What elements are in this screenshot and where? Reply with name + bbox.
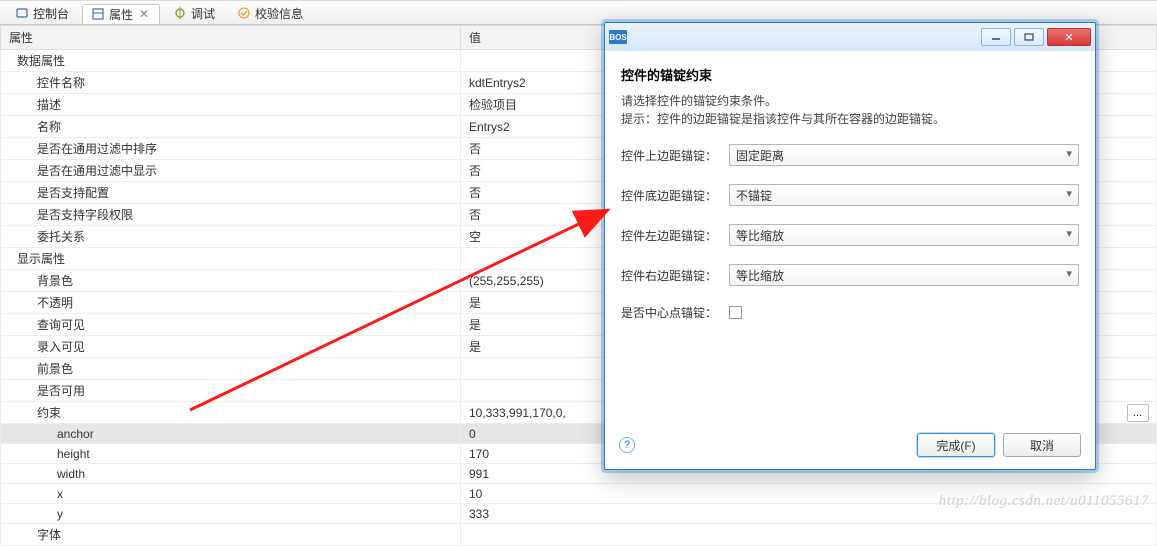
- prop-name-cell: 字体: [1, 524, 461, 546]
- combo-bottom-anchor[interactable]: 不锚锭: [729, 184, 1079, 206]
- prop-value-cell: [461, 524, 1157, 546]
- tab-label: 调试: [191, 5, 215, 22]
- combo-value: 等比缩放: [736, 267, 784, 284]
- tab-label: 控制台: [33, 5, 69, 22]
- prop-name-cell: anchor: [1, 424, 461, 444]
- minimize-button[interactable]: [981, 28, 1011, 46]
- dialog-heading: 控件的锚锭约束: [621, 65, 1079, 84]
- desc-line: 提示：控件的边距锚锭是指该控件与其所在容器的边距锚锭。: [621, 110, 1079, 128]
- field-label-left: 控件左边距锚锭：: [621, 227, 721, 244]
- finish-button[interactable]: 完成(F): [917, 433, 995, 457]
- dialog-button-row: ? 完成(F) 取消: [605, 433, 1095, 457]
- close-icon[interactable]: ✕: [137, 7, 151, 21]
- prop-name-cell: 控件名称: [1, 72, 461, 94]
- prop-name-cell: 是否在通用过滤中排序: [1, 138, 461, 160]
- prop-name-cell: 数据属性: [1, 50, 461, 72]
- prop-name-cell: 是否支持配置: [1, 182, 461, 204]
- prop-name-cell: width: [1, 464, 461, 484]
- checkbox-center-anchor[interactable]: [729, 306, 742, 319]
- field-label-right: 控件右边距锚锭：: [621, 267, 721, 284]
- prop-name-cell: 显示属性: [1, 248, 461, 270]
- prop-name-cell: 名称: [1, 116, 461, 138]
- prop-name-cell: 录入可见: [1, 336, 461, 358]
- combo-value: 不锚锭: [736, 187, 772, 204]
- check-icon: [237, 6, 251, 20]
- prop-name-cell: 描述: [1, 94, 461, 116]
- field-label-bottom: 控件底边距锚锭：: [621, 187, 721, 204]
- maximize-button[interactable]: [1014, 28, 1044, 46]
- dialog-titlebar[interactable]: BOS ✕: [605, 23, 1095, 51]
- bug-icon: [173, 6, 187, 20]
- tab-label: 属性: [109, 6, 133, 23]
- dialog-body: 控件的锚锭约束 请选择控件的锚锭约束条件。 提示：控件的边距锚锭是指该控件与其所…: [605, 51, 1095, 349]
- desc-line: 请选择控件的锚锭约束条件。: [621, 92, 1079, 110]
- combo-value: 固定距离: [736, 147, 784, 164]
- prop-name-cell: 委托关系: [1, 226, 461, 248]
- tab-label: 校验信息: [255, 5, 303, 22]
- prop-name-cell: 背景色: [1, 270, 461, 292]
- prop-name-cell: x: [1, 484, 461, 504]
- field-label-top: 控件上边距锚锭：: [621, 147, 721, 164]
- prop-name-cell: 是否在通用过滤中显示: [1, 160, 461, 182]
- prop-name-cell: 不透明: [1, 292, 461, 314]
- combo-top-anchor[interactable]: 固定距离: [729, 144, 1079, 166]
- app-icon: BOS: [609, 30, 627, 44]
- field-label-center: 是否中心点锚锭：: [621, 304, 721, 321]
- combo-left-anchor[interactable]: 等比缩放: [729, 224, 1079, 246]
- properties-icon: [91, 7, 105, 21]
- console-icon: [15, 6, 29, 20]
- ellipsis-button[interactable]: …: [1127, 404, 1149, 422]
- tab-console[interactable]: 控制台: [6, 3, 78, 23]
- prop-name-cell: height: [1, 444, 461, 464]
- prop-name-cell: 查询可见: [1, 314, 461, 336]
- table-row[interactable]: 字体: [1, 524, 1157, 546]
- combo-value: 等比缩放: [736, 227, 784, 244]
- help-icon[interactable]: ?: [619, 437, 635, 453]
- tab-debug[interactable]: 调试: [164, 3, 224, 23]
- tab-properties[interactable]: 属性 ✕: [82, 4, 160, 24]
- prop-name-cell: y: [1, 504, 461, 524]
- prop-name-cell: 前景色: [1, 358, 461, 380]
- prop-name-cell: 约束: [1, 402, 461, 424]
- anchor-dialog: BOS ✕ 控件的锚锭约束 请选择控件的锚锭约束条件。 提示：控件的边距锚锭是指…: [604, 22, 1096, 470]
- dialog-description: 请选择控件的锚锭约束条件。 提示：控件的边距锚锭是指该控件与其所在容器的边距锚锭…: [621, 92, 1079, 128]
- watermark: http://blog.csdn.net/u011055617: [939, 493, 1149, 510]
- button-label: 完成(F): [936, 437, 975, 454]
- close-button[interactable]: ✕: [1047, 28, 1091, 46]
- prop-name-cell: 是否可用: [1, 380, 461, 402]
- button-label: 取消: [1030, 437, 1054, 454]
- combo-right-anchor[interactable]: 等比缩放: [729, 264, 1079, 286]
- tab-validate[interactable]: 校验信息: [228, 3, 312, 23]
- col-property[interactable]: 属性: [1, 26, 461, 50]
- prop-name-cell: 是否支持字段权限: [1, 204, 461, 226]
- cancel-button[interactable]: 取消: [1003, 433, 1081, 457]
